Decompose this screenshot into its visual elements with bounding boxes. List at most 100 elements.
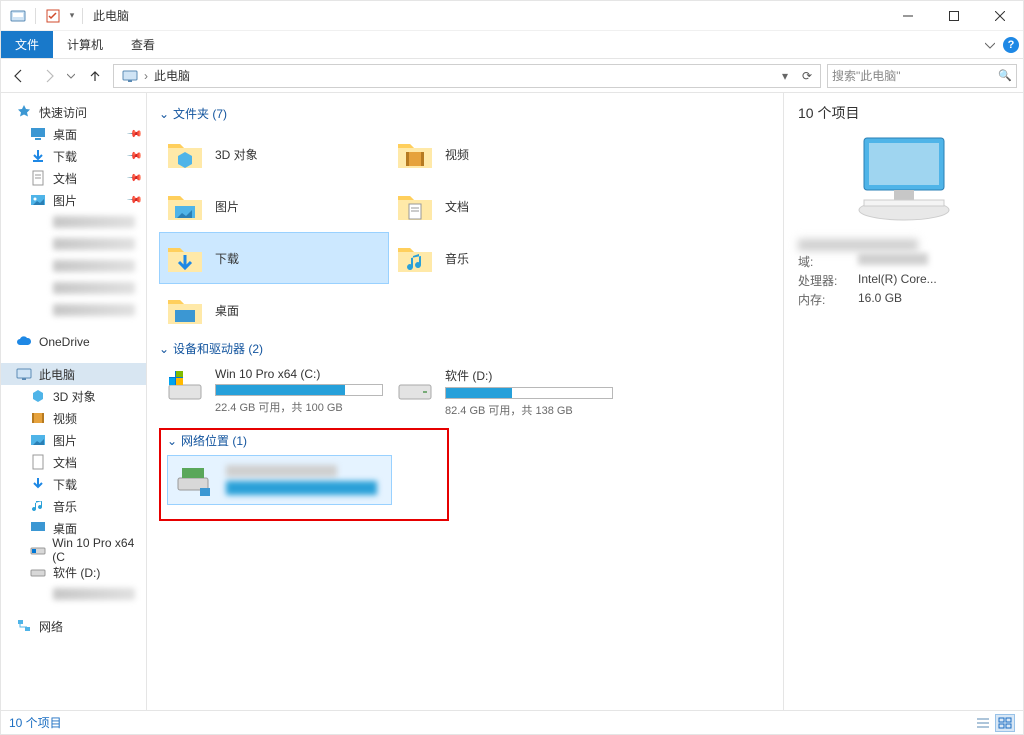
breadcrumb-this-pc[interactable]: 此电脑 bbox=[148, 65, 196, 87]
document-icon bbox=[29, 453, 47, 471]
nav-pinned-item[interactable] bbox=[1, 211, 146, 233]
nav-documents2[interactable]: 文档 bbox=[1, 451, 146, 473]
system-menu-icon[interactable] bbox=[7, 5, 29, 27]
ribbon-expand-icon[interactable] bbox=[985, 40, 995, 50]
pc-icon bbox=[15, 365, 33, 383]
film-icon bbox=[29, 409, 47, 427]
nav-label: 桌面 bbox=[53, 520, 77, 537]
properties-icon[interactable] bbox=[42, 5, 64, 27]
nav-label: Win 10 Pro x64 (C bbox=[52, 536, 146, 564]
nav-music[interactable]: 音乐 bbox=[1, 495, 146, 517]
network-location-item[interactable] bbox=[167, 455, 392, 505]
pin-icon: 📌 bbox=[125, 148, 142, 165]
close-button[interactable] bbox=[977, 1, 1023, 31]
qat-dropdown-icon[interactable]: ▾ bbox=[66, 5, 78, 27]
chevron-down-icon: ⌄ bbox=[159, 107, 169, 121]
nav-this-pc[interactable]: 此电脑 bbox=[1, 363, 146, 385]
nav-downloads2[interactable]: 下载 bbox=[1, 473, 146, 495]
view-details-button[interactable] bbox=[973, 714, 993, 732]
back-button[interactable] bbox=[7, 64, 31, 88]
network-drive-icon bbox=[174, 462, 216, 498]
nav-label: 文档 bbox=[53, 170, 77, 187]
cube-icon bbox=[29, 387, 47, 405]
details-item-count: 10 个项目 bbox=[798, 103, 1009, 123]
search-input[interactable]: 搜索"此电脑" 🔍 bbox=[827, 64, 1017, 88]
tile-documents[interactable]: 文档 bbox=[389, 180, 619, 232]
drive-subtext: 82.4 GB 可用，共 138 GB bbox=[445, 402, 613, 418]
nav-quick-access[interactable]: 快速访问 bbox=[1, 101, 146, 123]
maximize-button[interactable] bbox=[931, 1, 977, 31]
nav-label: 音乐 bbox=[53, 498, 77, 515]
drive-icon bbox=[29, 541, 46, 559]
nav-3dobjects[interactable]: 3D 对象 bbox=[1, 385, 146, 407]
status-bar: 10 个项目 bbox=[1, 710, 1023, 734]
tile-3dobjects[interactable]: 3D 对象 bbox=[159, 128, 389, 180]
chevron-down-icon: ⌄ bbox=[167, 434, 177, 448]
address-bar[interactable]: › 此电脑 ▾ ⟳ bbox=[113, 64, 821, 88]
tile-label: 文档 bbox=[445, 198, 613, 215]
network-location-label bbox=[226, 465, 385, 495]
tab-file[interactable]: 文件 bbox=[1, 31, 53, 58]
navigation-pane: 快速访问 桌面📌 下载📌 文档📌 图片📌 bbox=[1, 93, 147, 710]
nav-documents[interactable]: 文档 📌 bbox=[1, 167, 146, 189]
drive-name: 软件 (D:) bbox=[445, 367, 613, 384]
tile-label: 下载 bbox=[215, 250, 383, 267]
drive-name: Win 10 Pro x64 (C:) bbox=[215, 367, 383, 381]
details-domain-row: 域: bbox=[798, 253, 1009, 270]
nav-pictures2[interactable]: 图片 bbox=[1, 429, 146, 451]
nav-pinned-item[interactable] bbox=[1, 255, 146, 277]
search-icon[interactable]: 🔍 bbox=[998, 69, 1012, 82]
tab-view[interactable]: 查看 bbox=[117, 31, 169, 58]
history-dropdown[interactable] bbox=[67, 72, 77, 80]
group-network-locations[interactable]: ⌄ 网络位置 (1) bbox=[167, 432, 441, 449]
tile-videos[interactable]: 视频 bbox=[389, 128, 619, 180]
tile-desktop[interactable]: 桌面 bbox=[159, 284, 389, 336]
nav-desktop[interactable]: 桌面📌 bbox=[1, 123, 146, 145]
view-tiles-button[interactable] bbox=[995, 714, 1015, 732]
drive-c[interactable]: Win 10 Pro x64 (C:) 22.4 GB 可用，共 100 GB bbox=[159, 363, 389, 422]
nav-pinned-item[interactable] bbox=[1, 277, 146, 299]
pin-icon: 📌 bbox=[125, 170, 142, 187]
nav-videos[interactable]: 视频 bbox=[1, 407, 146, 429]
drive-d[interactable]: 软件 (D:) 82.4 GB 可用，共 138 GB bbox=[389, 363, 619, 422]
view-switch bbox=[973, 714, 1015, 732]
nav-pictures[interactable]: 图片📌 bbox=[1, 189, 146, 211]
group-label: 文件夹 (7) bbox=[173, 105, 227, 122]
content-area[interactable]: ⌄ 文件夹 (7) 3D 对象 视频 图片 文档 bbox=[147, 93, 783, 710]
folder-video-icon bbox=[395, 134, 435, 174]
address-pc-icon[interactable] bbox=[116, 65, 144, 87]
refresh-button[interactable]: ⟳ bbox=[796, 69, 818, 83]
nav-label: 图片 bbox=[53, 192, 77, 209]
up-button[interactable] bbox=[83, 64, 107, 88]
nav-drive-d[interactable]: 软件 (D:) bbox=[1, 561, 146, 583]
tile-label: 3D 对象 bbox=[215, 146, 383, 163]
folder-documents-icon bbox=[395, 186, 435, 226]
nav-onedrive[interactable]: OneDrive bbox=[1, 331, 146, 353]
minimize-button[interactable] bbox=[885, 1, 931, 31]
help-icon[interactable]: ? bbox=[1003, 37, 1019, 53]
tile-pictures[interactable]: 图片 bbox=[159, 180, 389, 232]
nav-label: 软件 (D:) bbox=[53, 564, 100, 581]
nav-pinned-item[interactable] bbox=[1, 233, 146, 255]
group-drives[interactable]: ⌄ 设备和驱动器 (2) bbox=[159, 340, 771, 357]
details-mem-row: 内存:16.0 GB bbox=[798, 291, 1009, 308]
download-icon bbox=[29, 147, 47, 165]
folder-3d-icon bbox=[165, 134, 205, 174]
group-folders[interactable]: ⌄ 文件夹 (7) bbox=[159, 105, 771, 122]
drive-icon bbox=[395, 367, 435, 407]
tile-downloads[interactable]: 下载 bbox=[159, 232, 389, 284]
network-icon bbox=[15, 617, 33, 635]
drive-usage-bar bbox=[445, 387, 613, 399]
status-text: 10 个项目 bbox=[9, 714, 62, 731]
chevron-down-icon: ⌄ bbox=[159, 342, 169, 356]
nav-drive-c[interactable]: Win 10 Pro x64 (C bbox=[1, 539, 146, 561]
address-dropdown-icon[interactable]: ▾ bbox=[774, 69, 796, 83]
nav-item-hidden[interactable] bbox=[1, 583, 146, 605]
tile-music[interactable]: 音乐 bbox=[389, 232, 619, 284]
nav-network[interactable]: 网络 bbox=[1, 615, 146, 637]
nav-label: 快速访问 bbox=[39, 104, 87, 121]
nav-pinned-item[interactable] bbox=[1, 299, 146, 321]
forward-button[interactable] bbox=[37, 64, 61, 88]
tab-computer[interactable]: 计算机 bbox=[53, 31, 117, 58]
nav-downloads[interactable]: 下载📌 bbox=[1, 145, 146, 167]
